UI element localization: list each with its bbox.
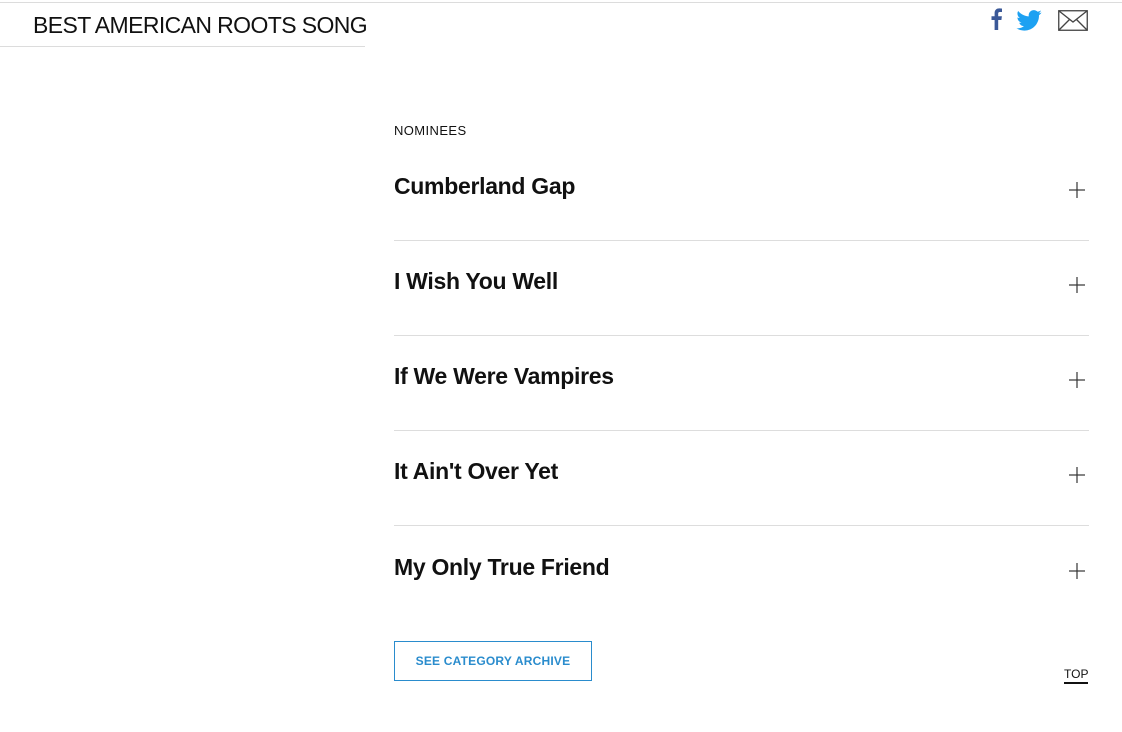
facebook-icon[interactable] <box>991 8 1002 35</box>
nominees-label: NOMINEES <box>394 123 467 138</box>
nominee-row-cumberland-gap[interactable]: Cumberland Gap <box>394 173 1089 241</box>
category-header: BEST AMERICAN ROOTS SONG <box>0 3 368 47</box>
nominee-row-if-we-were-vampires[interactable]: If We Were Vampires <box>394 363 1089 431</box>
nominee-title: I Wish You Well <box>394 268 558 294</box>
mail-icon[interactable] <box>1058 10 1088 36</box>
nominee-row-it-aint-over-yet[interactable]: It Ain't Over Yet <box>394 458 1089 526</box>
nominee-title: It Ain't Over Yet <box>394 458 558 484</box>
nominee-title: My Only True Friend <box>394 554 610 580</box>
plus-icon[interactable] <box>1068 371 1086 389</box>
category-title: BEST AMERICAN ROOTS SONG <box>33 12 368 38</box>
plus-icon[interactable] <box>1068 466 1086 484</box>
plus-icon[interactable] <box>1068 181 1086 199</box>
nominee-title: If We Were Vampires <box>394 363 614 389</box>
plus-icon[interactable] <box>1068 276 1086 294</box>
nominee-row-i-wish-you-well[interactable]: I Wish You Well <box>394 268 1089 336</box>
twitter-icon[interactable] <box>1016 10 1042 36</box>
back-to-top-link[interactable]: TOP <box>1064 667 1089 684</box>
nominee-row-my-only-true-friend[interactable]: My Only True Friend <box>394 554 1089 594</box>
see-category-archive-button[interactable]: SEE CATEGORY ARCHIVE <box>394 641 592 681</box>
share-bar <box>985 8 1095 36</box>
plus-icon[interactable] <box>1068 562 1086 580</box>
nominee-title: Cumberland Gap <box>394 173 576 199</box>
